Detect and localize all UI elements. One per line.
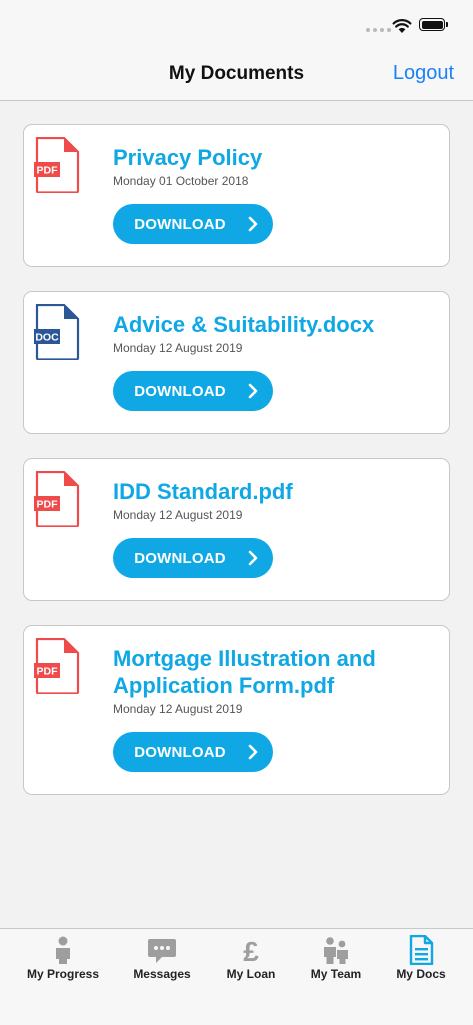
download-button[interactable]: DOWNLOAD [113,204,273,244]
document-card: PDF Mortgage Illustration and Applicatio… [23,625,450,795]
chat-bubble-icon [148,939,176,963]
download-button[interactable]: DOWNLOAD [113,538,273,578]
document-card: PDF Privacy Policy Monday 01 October 201… [23,124,450,267]
chevron-right-icon [248,550,258,566]
pdf-file-icon: PDF [34,137,80,193]
download-button[interactable]: DOWNLOAD [113,732,273,772]
document-card: DOC Advice & Suitability.docx Monday 12 … [23,291,450,434]
tab-label: My Progress [26,967,100,981]
tab-my-team[interactable]: My Team [289,935,383,981]
svg-text:PDF: PDF [37,499,59,511]
tab-my-progress[interactable]: My Progress [16,935,110,981]
document-icon [409,935,434,965]
document-date: Monday 12 August 2019 [113,508,243,522]
battery-icon [419,18,448,31]
person-icon [56,936,70,964]
download-button-label: DOWNLOAD [134,743,226,761]
tab-my-docs[interactable]: My Docs [374,935,468,981]
tab-label: Messages [133,967,191,981]
document-title: Mortgage Illustration and Application Fo… [113,646,376,698]
tab-messages[interactable]: Messages [115,935,209,981]
wifi-icon [392,19,412,33]
pound-icon: £ [243,936,259,965]
tab-my-loan[interactable]: £ My Loan [204,935,298,981]
tab-label: My Team [310,967,362,981]
document-date: Monday 12 August 2019 [113,702,243,716]
download-button[interactable]: DOWNLOAD [113,371,273,411]
document-date: Monday 01 October 2018 [113,174,249,188]
document-title: Advice & Suitability.docx [113,312,375,337]
navigation-bar: My Documents Logout [0,50,473,101]
logout-button[interactable]: Logout [393,62,454,85]
tab-label: My Docs [396,967,446,981]
pdf-file-icon: PDF [34,471,80,527]
svg-text:PDF: PDF [37,666,59,678]
tab-label: My Loan [226,967,276,981]
download-button-label: DOWNLOAD [134,382,226,400]
document-date: Monday 12 August 2019 [113,341,243,355]
tab-bar: My Progress Messages £ My Loan My Team M… [0,928,473,1025]
document-card: PDF IDD Standard.pdf Monday 12 August 20… [23,458,450,601]
document-title: Privacy Policy [113,145,263,170]
chevron-right-icon [248,216,258,232]
document-list: PDF Privacy Policy Monday 01 October 201… [23,124,450,819]
doc-file-icon: DOC [34,304,80,360]
chevron-right-icon [248,744,258,760]
download-button-label: DOWNLOAD [134,549,226,567]
pdf-file-icon: PDF [34,638,80,694]
download-button-label: DOWNLOAD [134,215,226,233]
status-bar [0,0,473,50]
cellular-signal-icon [366,28,391,32]
chevron-right-icon [248,383,258,399]
svg-text:DOC: DOC [35,332,59,344]
document-title: IDD Standard.pdf [113,479,293,504]
svg-text:PDF: PDF [37,165,59,177]
team-icon [324,937,348,964]
svg-text:£: £ [243,936,259,965]
